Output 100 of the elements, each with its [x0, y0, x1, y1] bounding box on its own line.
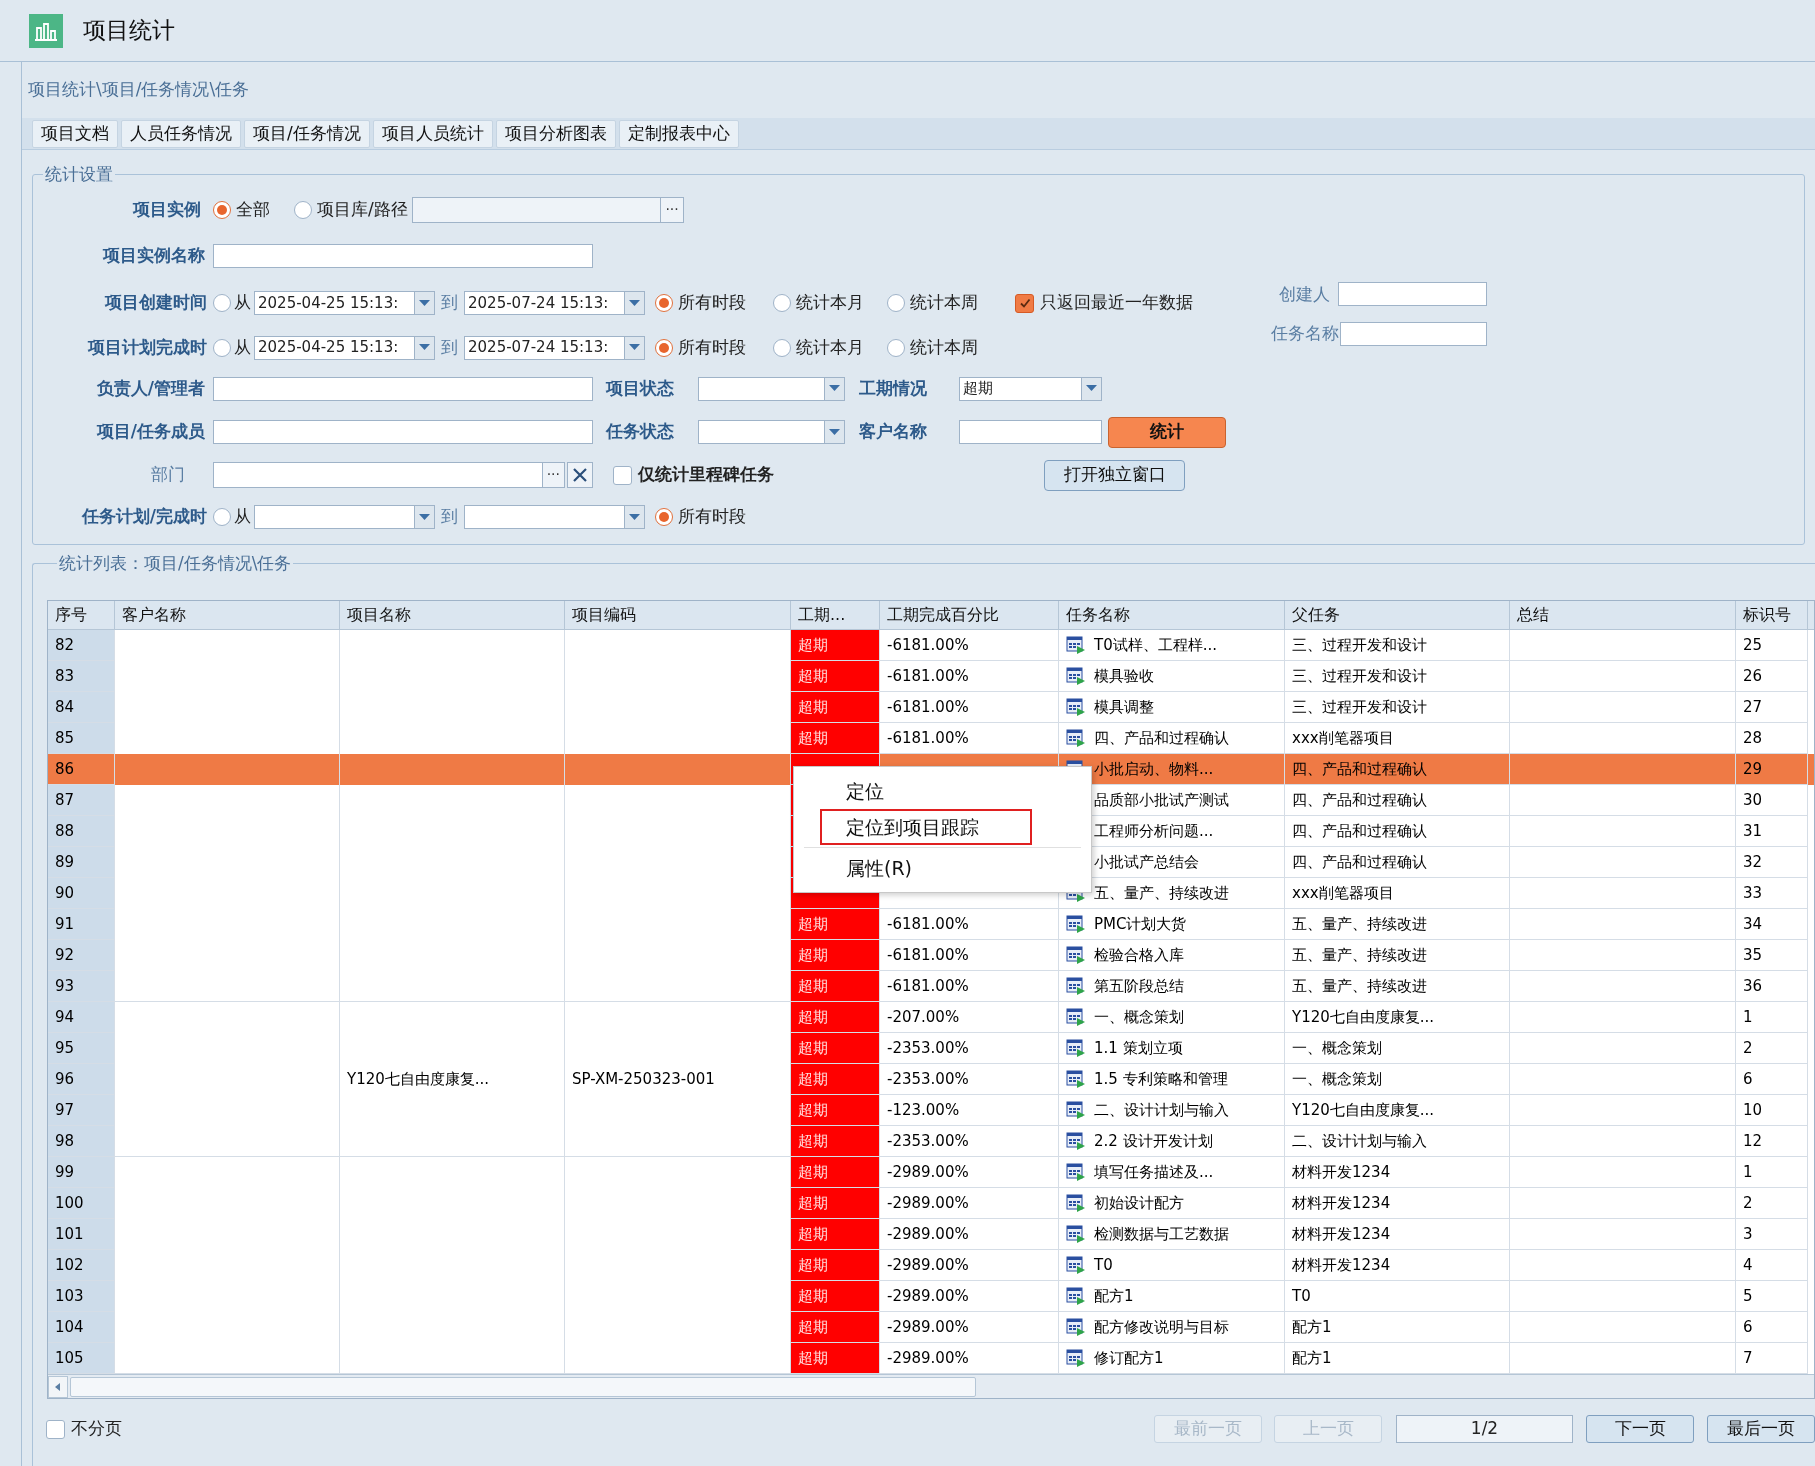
task-name: 一、概念策划 — [1094, 1006, 1184, 1028]
breadcrumb: 项目统计\项目/任务情况\任务 — [27, 78, 250, 102]
table-cell: 1 — [1736, 1002, 1808, 1033]
table-cell: -6181.00% — [880, 971, 1059, 1002]
field-label: 项目创建时间 — [103, 291, 208, 315]
task-name: 四、产品和过程确认 — [1094, 727, 1229, 749]
table-cell: -2989.00% — [880, 1281, 1059, 1312]
table-cell: -2989.00% — [880, 1250, 1059, 1281]
radio-label: 所有时段 — [678, 291, 746, 315]
task-name: 修订配方1 — [1094, 1347, 1164, 1369]
status-cell: 超期 — [791, 1064, 880, 1095]
field-label: 部门 — [150, 463, 186, 487]
task-name: 2.2 设计开发计划 — [1094, 1130, 1213, 1152]
row-number: 94 — [48, 1002, 115, 1033]
table-cell: 33 — [1736, 878, 1808, 909]
status-cell: 超期 — [791, 1157, 880, 1188]
checkbox-label: 只返回最近一年数据 — [1040, 291, 1193, 315]
status-cell: 超期 — [791, 1095, 880, 1126]
to-label: 到 — [441, 291, 458, 315]
radio-label: 统计本周 — [910, 291, 978, 315]
task-name: T0试样、工程样... — [1094, 634, 1217, 656]
group-title: 统计设置 — [44, 163, 114, 186]
task-name: 1.1 策划立项 — [1094, 1037, 1183, 1059]
row-number: 85 — [48, 723, 115, 754]
task-name: T0 — [1094, 1254, 1113, 1276]
row-number: 97 — [48, 1095, 115, 1126]
radio-label: 统计本月 — [796, 291, 864, 315]
task-name: 检测数据与工艺数据 — [1094, 1223, 1229, 1245]
table-cell: 配方1 — [1285, 1312, 1510, 1343]
table-cell: Y120七自由度康复... — [1285, 1095, 1510, 1126]
table-cell: 二、设计计划与输入 — [1285, 1126, 1510, 1157]
status-cell: 超期 — [791, 1343, 880, 1374]
table-cell: 27 — [1736, 692, 1808, 723]
task-name: 工程师分析问题... — [1094, 820, 1214, 842]
status-cell: 超期 — [791, 1219, 880, 1250]
radio-label: 项目库/路径 — [317, 198, 408, 222]
status-cell: 超期 — [791, 1250, 880, 1281]
table-cell: 32 — [1736, 847, 1808, 878]
field-label: 负责人/管理者 — [95, 376, 206, 400]
field-label: 任务状态 — [606, 420, 675, 444]
row-number: 104 — [48, 1312, 115, 1343]
table-cell: -2353.00% — [880, 1126, 1059, 1157]
table-cell: 材料开发1234 — [1285, 1250, 1510, 1281]
table-cell: -2989.00% — [880, 1343, 1059, 1374]
table-cell: 材料开发1234 — [1285, 1219, 1510, 1250]
table-cell: 26 — [1736, 661, 1808, 692]
table-cell: -2989.00% — [880, 1157, 1059, 1188]
table-cell: 材料开发1234 — [1285, 1157, 1510, 1188]
table-cell: -123.00% — [880, 1095, 1059, 1126]
task-name: 初始设计配方 — [1094, 1192, 1184, 1214]
checkbox-label: 不分页 — [71, 1417, 122, 1441]
field-label: 项目/任务成员 — [95, 420, 206, 444]
status-cell: 超期 — [791, 1188, 880, 1219]
status-cell: 超期 — [791, 1126, 880, 1157]
radio-label: 统计本月 — [796, 335, 864, 359]
table-cell: 28 — [1736, 723, 1808, 754]
row-number: 100 — [48, 1188, 115, 1219]
row-number: 98 — [48, 1126, 115, 1157]
from-label: 从 — [234, 505, 251, 529]
row-number: 90 — [48, 878, 115, 909]
table-cell: 5 — [1736, 1281, 1808, 1312]
status-cell: 超期 — [791, 909, 880, 940]
table-cell: -2989.00% — [880, 1312, 1059, 1343]
task-name: 小批试产总结会 — [1094, 851, 1199, 873]
field-label: 项目实例名称 — [101, 244, 206, 268]
table-cell: 四、产品和过程确认 — [1285, 847, 1510, 878]
task-name: PMC计划大货 — [1094, 913, 1187, 935]
table-cell: 25 — [1736, 630, 1808, 661]
group-title: 统计列表：项目/任务情况\任务 — [58, 551, 293, 575]
table-cell: 一、概念策划 — [1285, 1033, 1510, 1064]
field-label: 项目状态 — [606, 376, 675, 400]
table-cell: -2353.00% — [880, 1033, 1059, 1064]
table-cell: 36 — [1736, 971, 1808, 1002]
table-cell: 12 — [1736, 1126, 1808, 1157]
radio-label: 统计本周 — [910, 335, 978, 359]
table-cell: -6181.00% — [880, 909, 1059, 940]
status-cell: 超期 — [791, 1033, 880, 1064]
table-cell: -6181.00% — [880, 661, 1059, 692]
status-cell: 超期 — [791, 630, 880, 661]
table-cell: 四、产品和过程确认 — [1285, 754, 1510, 785]
task-name: 模具验收 — [1094, 665, 1154, 687]
table-cell: 6 — [1736, 1064, 1808, 1095]
task-name: 检验合格入库 — [1094, 944, 1184, 966]
table-cell: 30 — [1736, 785, 1808, 816]
status-cell: 超期 — [791, 661, 880, 692]
row-number: 89 — [48, 847, 115, 878]
radio-label: 所有时段 — [678, 505, 746, 529]
table-cell: 4 — [1736, 1250, 1808, 1281]
table-cell: 三、过程开发和设计 — [1285, 661, 1510, 692]
table-cell: -2353.00% — [880, 1064, 1059, 1095]
row-number: 101 — [48, 1219, 115, 1250]
row-number: 83 — [48, 661, 115, 692]
table-cell: 五、量产、持续改进 — [1285, 909, 1510, 940]
table-cell: 三、过程开发和设计 — [1285, 630, 1510, 661]
status-cell: 超期 — [791, 940, 880, 971]
row-number: 96 — [48, 1064, 115, 1095]
task-name: 模具调整 — [1094, 696, 1154, 718]
field-label: 客户名称 — [859, 420, 928, 444]
table-cell: 10 — [1736, 1095, 1808, 1126]
status-cell: 超期 — [791, 971, 880, 1002]
